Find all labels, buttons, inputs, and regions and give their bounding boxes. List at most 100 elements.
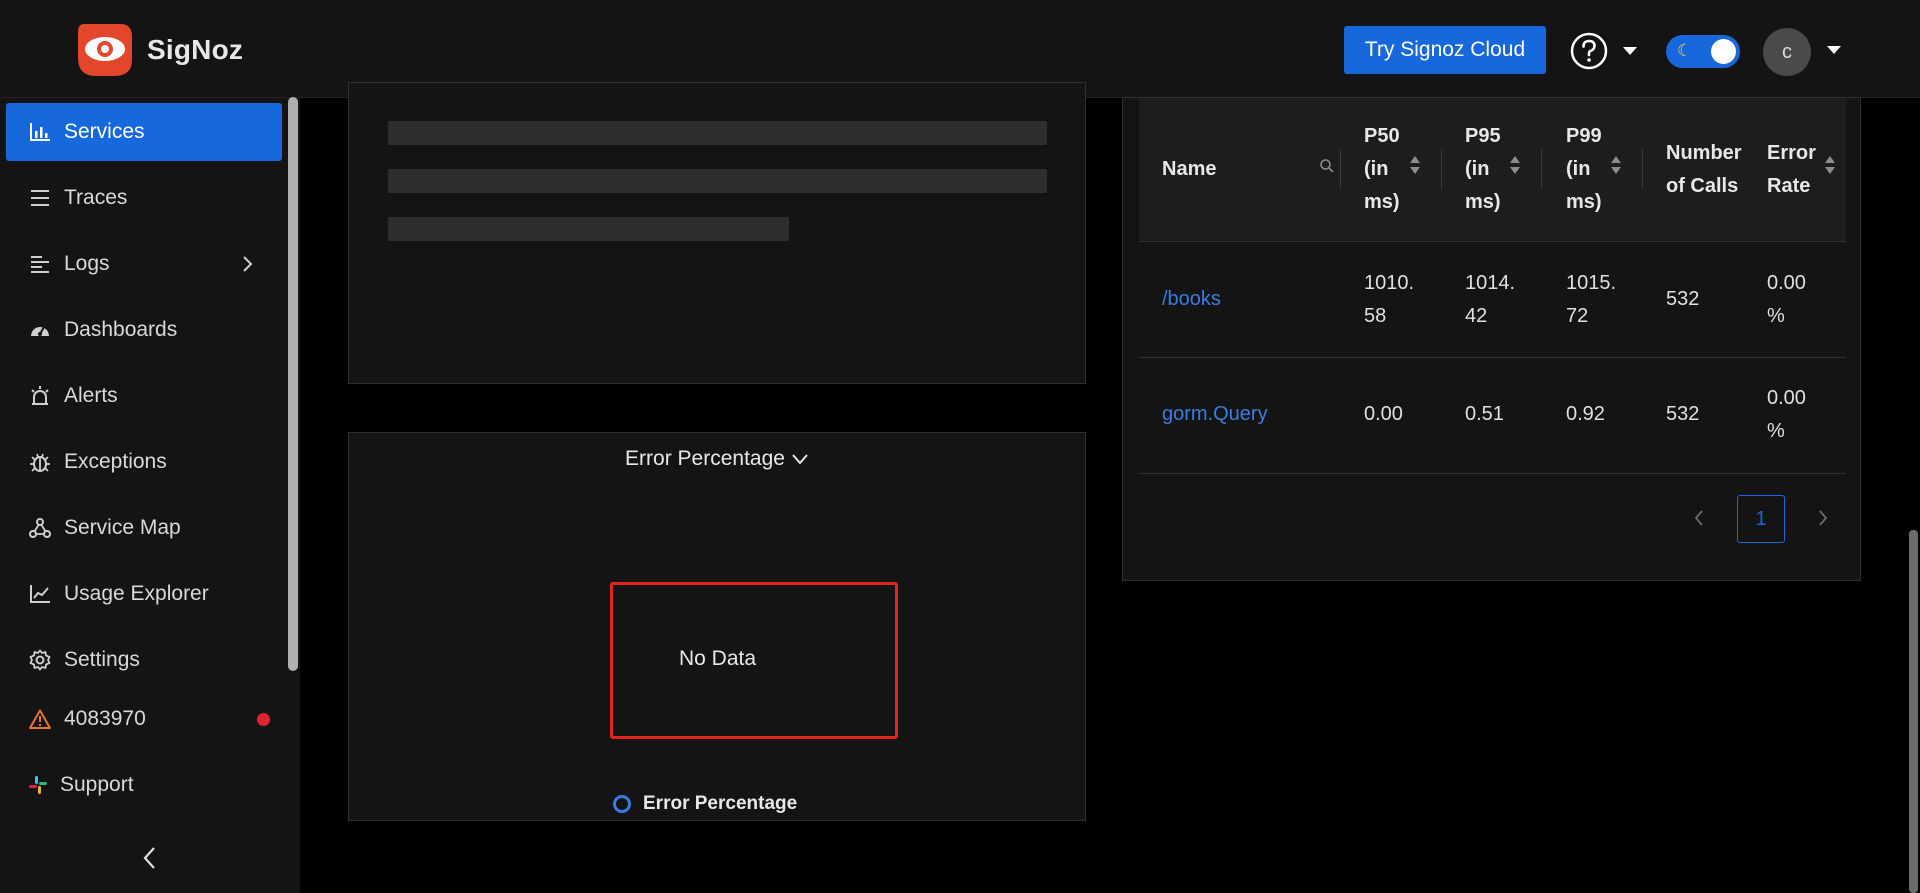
alarm-icon [28,384,52,408]
sidebar-item-label: Support [60,773,134,796]
sidebar-item-traces[interactable]: Traces [6,169,282,227]
bug-icon [28,450,52,474]
header-line: of Calls [1666,175,1739,197]
table-row: /books 1010. 58 1014. 42 1015. 72 532 0.… [1139,242,1846,358]
help-dropdown-caret-icon[interactable] [1622,46,1638,56]
sidebar-item-label: Dashboards [64,318,178,341]
line-chart-icon [28,582,52,606]
chevron-right-icon[interactable] [1816,508,1830,528]
sidebar-item-label: Services [64,120,145,143]
sidebar-item-support[interactable]: Support [6,756,282,814]
panel-title[interactable]: Error Percentage [349,447,1085,471]
table-row: gorm.Query 0.00 0.51 0.92 532 0.00 % [1139,358,1846,474]
sort-icon[interactable] [1409,154,1421,176]
sidebar-item-label: Alerts [64,384,118,407]
sidebar-item-label: Logs [64,252,110,275]
column-header-name[interactable]: Name [1162,153,1216,186]
user-dropdown-caret-icon[interactable] [1826,45,1842,55]
column-header-calls[interactable]: Number of Calls [1666,137,1742,203]
column-header-p95[interactable]: P95 (in ms) [1465,120,1501,219]
brand-name: SigNoz [147,34,244,65]
column-header-p50[interactable]: P50 (in ms) [1364,120,1400,219]
cell-line: 1015. [1566,272,1617,294]
top-operations-table: Name P50 (in ms) P95 (in ms) P99 (in ms)… [1122,97,1861,581]
sidebar-item-label: Usage Explorer [64,582,209,605]
header-line: (in [1566,158,1591,180]
legend-marker-icon [613,795,631,813]
sort-icon[interactable] [1610,154,1622,176]
search-icon[interactable] [1319,158,1335,174]
sidebar-item-dashboards[interactable]: Dashboards [6,301,282,359]
p50-cell: 1010. 58 [1364,267,1414,333]
slack-icon [26,773,50,797]
p95-cell: 1014. 42 [1465,267,1515,333]
sort-icon[interactable] [1509,154,1521,176]
header-line: ms) [1465,191,1501,213]
table-header: Name P50 (in ms) P95 (in ms) P99 (in ms)… [1139,98,1846,242]
gear-icon [28,648,52,672]
bar-chart-icon [28,120,52,144]
sidebar-item-services[interactable]: Services [6,103,282,161]
sidebar-scrollbar[interactable] [288,97,298,671]
sidebar-item-label: Settings [64,648,140,671]
skeleton-line [388,121,1047,145]
sort-icon[interactable] [1824,154,1836,176]
sidebar-item-usage-explorer[interactable]: Usage Explorer [6,565,282,623]
p95-cell: 0.51 [1465,403,1504,425]
chevron-left-icon[interactable] [1692,508,1706,528]
sidebar-item-service-map[interactable]: Service Map [6,499,282,557]
pagination-page-1[interactable]: 1 [1737,495,1785,543]
chevron-right-icon [243,256,253,272]
cell-line: 1010. [1364,272,1415,294]
error-rate-cell: 0.00 % [1767,382,1806,448]
user-avatar[interactable]: c [1763,28,1811,76]
sidebar-item-logs[interactable]: Logs [6,235,282,293]
header-line: Error [1767,142,1816,164]
sidebar-item-label: Service Map [64,516,181,539]
sidebar-item-alerts[interactable]: Alerts [6,367,282,425]
header-line: P50 [1364,125,1400,147]
loading-panel [348,82,1086,384]
deployment-icon [28,516,52,540]
cell-line: 0.00 [1767,272,1806,294]
toggle-knob [1711,39,1736,64]
panel-title-text: Error Percentage [625,447,785,470]
dashboard-icon [28,318,52,342]
sidebar-item-label: 4083970 [64,707,146,730]
warning-icon [28,707,52,731]
header-line: ms) [1566,191,1602,213]
theme-toggle[interactable]: ☾ [1666,35,1740,68]
operation-link[interactable]: gorm.Query [1162,398,1268,431]
signoz-logo-icon[interactable] [74,20,134,78]
no-data-text: No Data [679,647,757,670]
sidebar-item-exceptions[interactable]: Exceptions [6,433,282,491]
column-divider [1441,149,1442,189]
cell-line: 58 [1364,305,1387,327]
sidebar-item-label: Exceptions [64,450,167,473]
page-scrollbar[interactable] [1909,530,1918,893]
p99-cell: 0.92 [1566,403,1605,425]
operation-link[interactable]: /books [1162,283,1221,316]
cell-line: 72 [1566,305,1589,327]
try-signoz-cloud-button[interactable]: Try Signoz Cloud [1344,26,1546,74]
sidebar-item-label: Traces [64,186,128,209]
error-percentage-panel: Error Percentage No Data Error Percentag… [348,432,1086,821]
sidebar-item-settings[interactable]: Settings [6,631,282,689]
chevron-down-icon [792,454,808,465]
cell-line: % [1767,420,1785,442]
header-line: P99 [1566,125,1602,147]
p50-cell: 0.00 [1364,403,1403,425]
header-line: Rate [1767,175,1811,197]
sidebar-item-version[interactable]: 4083970 [6,690,282,748]
cell-line: 0.00 [1767,387,1806,409]
column-header-p99[interactable]: P99 (in ms) [1566,120,1602,219]
column-divider [1541,149,1542,189]
column-divider [1642,149,1643,189]
chart-legend[interactable]: Error Percentage [613,793,797,815]
collapse-sidebar-icon[interactable] [140,845,160,871]
help-icon[interactable] [1570,32,1608,70]
header-line: P95 [1465,125,1501,147]
header-line: ms) [1364,191,1400,213]
p99-cell: 1015. 72 [1566,267,1616,333]
column-header-error-rate[interactable]: Error Rate [1767,137,1816,203]
